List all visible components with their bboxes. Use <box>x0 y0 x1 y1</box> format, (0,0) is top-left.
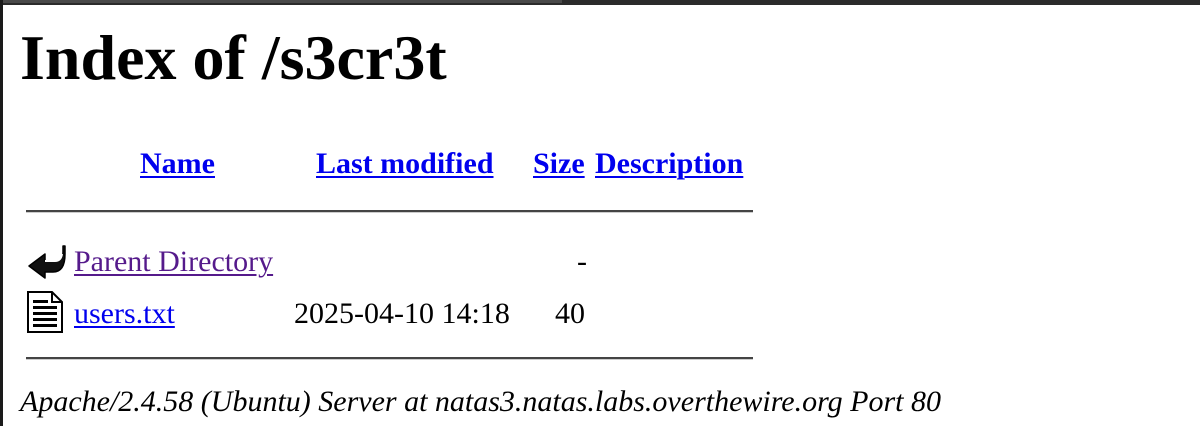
table-top-divider <box>26 210 753 213</box>
users-txt-link[interactable]: users.txt <box>74 296 175 332</box>
sort-by-name-link[interactable]: Name <box>140 146 215 182</box>
page-title: Index of /s3cr3t <box>20 22 447 93</box>
users-txt-last-modified: 2025-04-10 14:18 <box>294 297 510 330</box>
parent-directory-link[interactable]: Parent Directory <box>74 244 273 280</box>
parent-directory-size: - <box>577 245 587 278</box>
text-file-icon[interactable] <box>25 291 67 333</box>
back-arrow-icon[interactable] <box>25 240 67 282</box>
sort-by-size-link[interactable]: Size <box>533 146 585 182</box>
server-signature: Apache/2.4.58 (Ubuntu) Server at natas3.… <box>20 385 942 418</box>
sort-by-description-link[interactable]: Description <box>595 146 743 182</box>
window-left-edge <box>0 0 3 426</box>
users-txt-size: 40 <box>555 297 585 330</box>
table-bottom-divider <box>26 357 753 360</box>
window-top-edge-highlight <box>0 0 562 3</box>
sort-by-last-modified-link[interactable]: Last modified <box>316 146 494 182</box>
